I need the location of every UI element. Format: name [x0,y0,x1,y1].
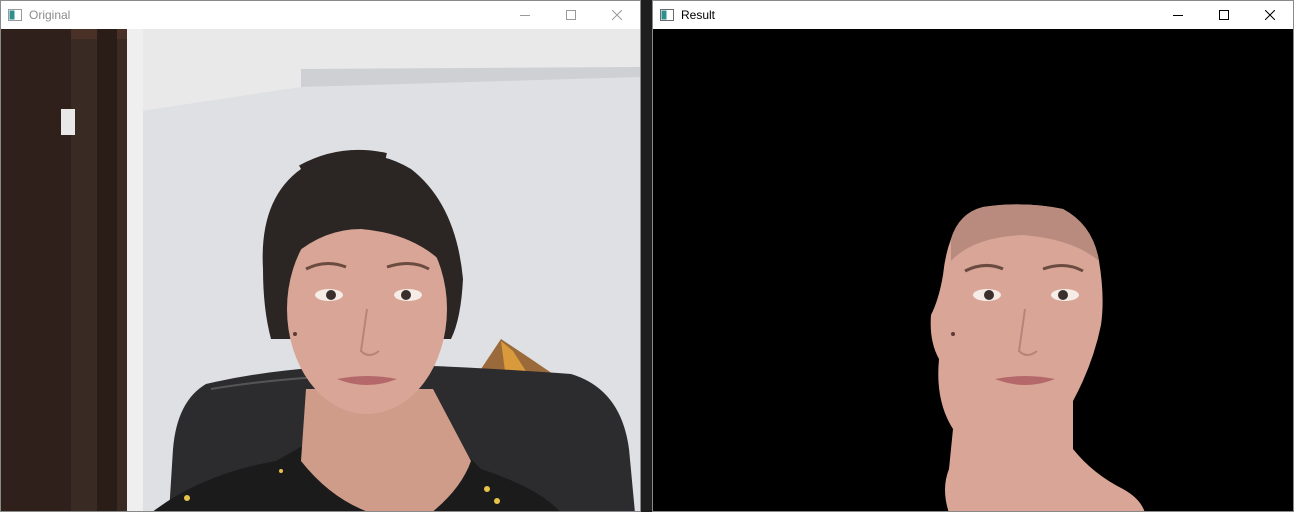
original-photo [1,29,640,511]
minimize-icon [520,15,530,16]
maximize-button[interactable] [1201,1,1247,29]
result-window: Result [652,0,1294,512]
minimize-button[interactable] [1155,1,1201,29]
close-button[interactable] [594,1,640,29]
close-button[interactable] [1247,1,1293,29]
maximize-icon [566,10,576,20]
maximize-button[interactable] [548,1,594,29]
result-title-bar[interactable]: Result [653,1,1293,29]
window-app-icon [660,9,674,21]
window-title: Original [29,8,71,22]
original-image [1,29,640,511]
window-app-icon [8,9,22,21]
original-title-bar[interactable]: Original [1,1,640,29]
window-title: Result [681,8,716,22]
minimize-icon [1173,15,1183,16]
minimize-button[interactable] [502,1,548,29]
maximize-icon [1219,10,1229,20]
close-icon [1265,10,1275,20]
result-image [653,29,1293,511]
result-photo [653,29,1293,511]
close-icon [612,10,622,20]
original-window: Original [0,0,641,512]
